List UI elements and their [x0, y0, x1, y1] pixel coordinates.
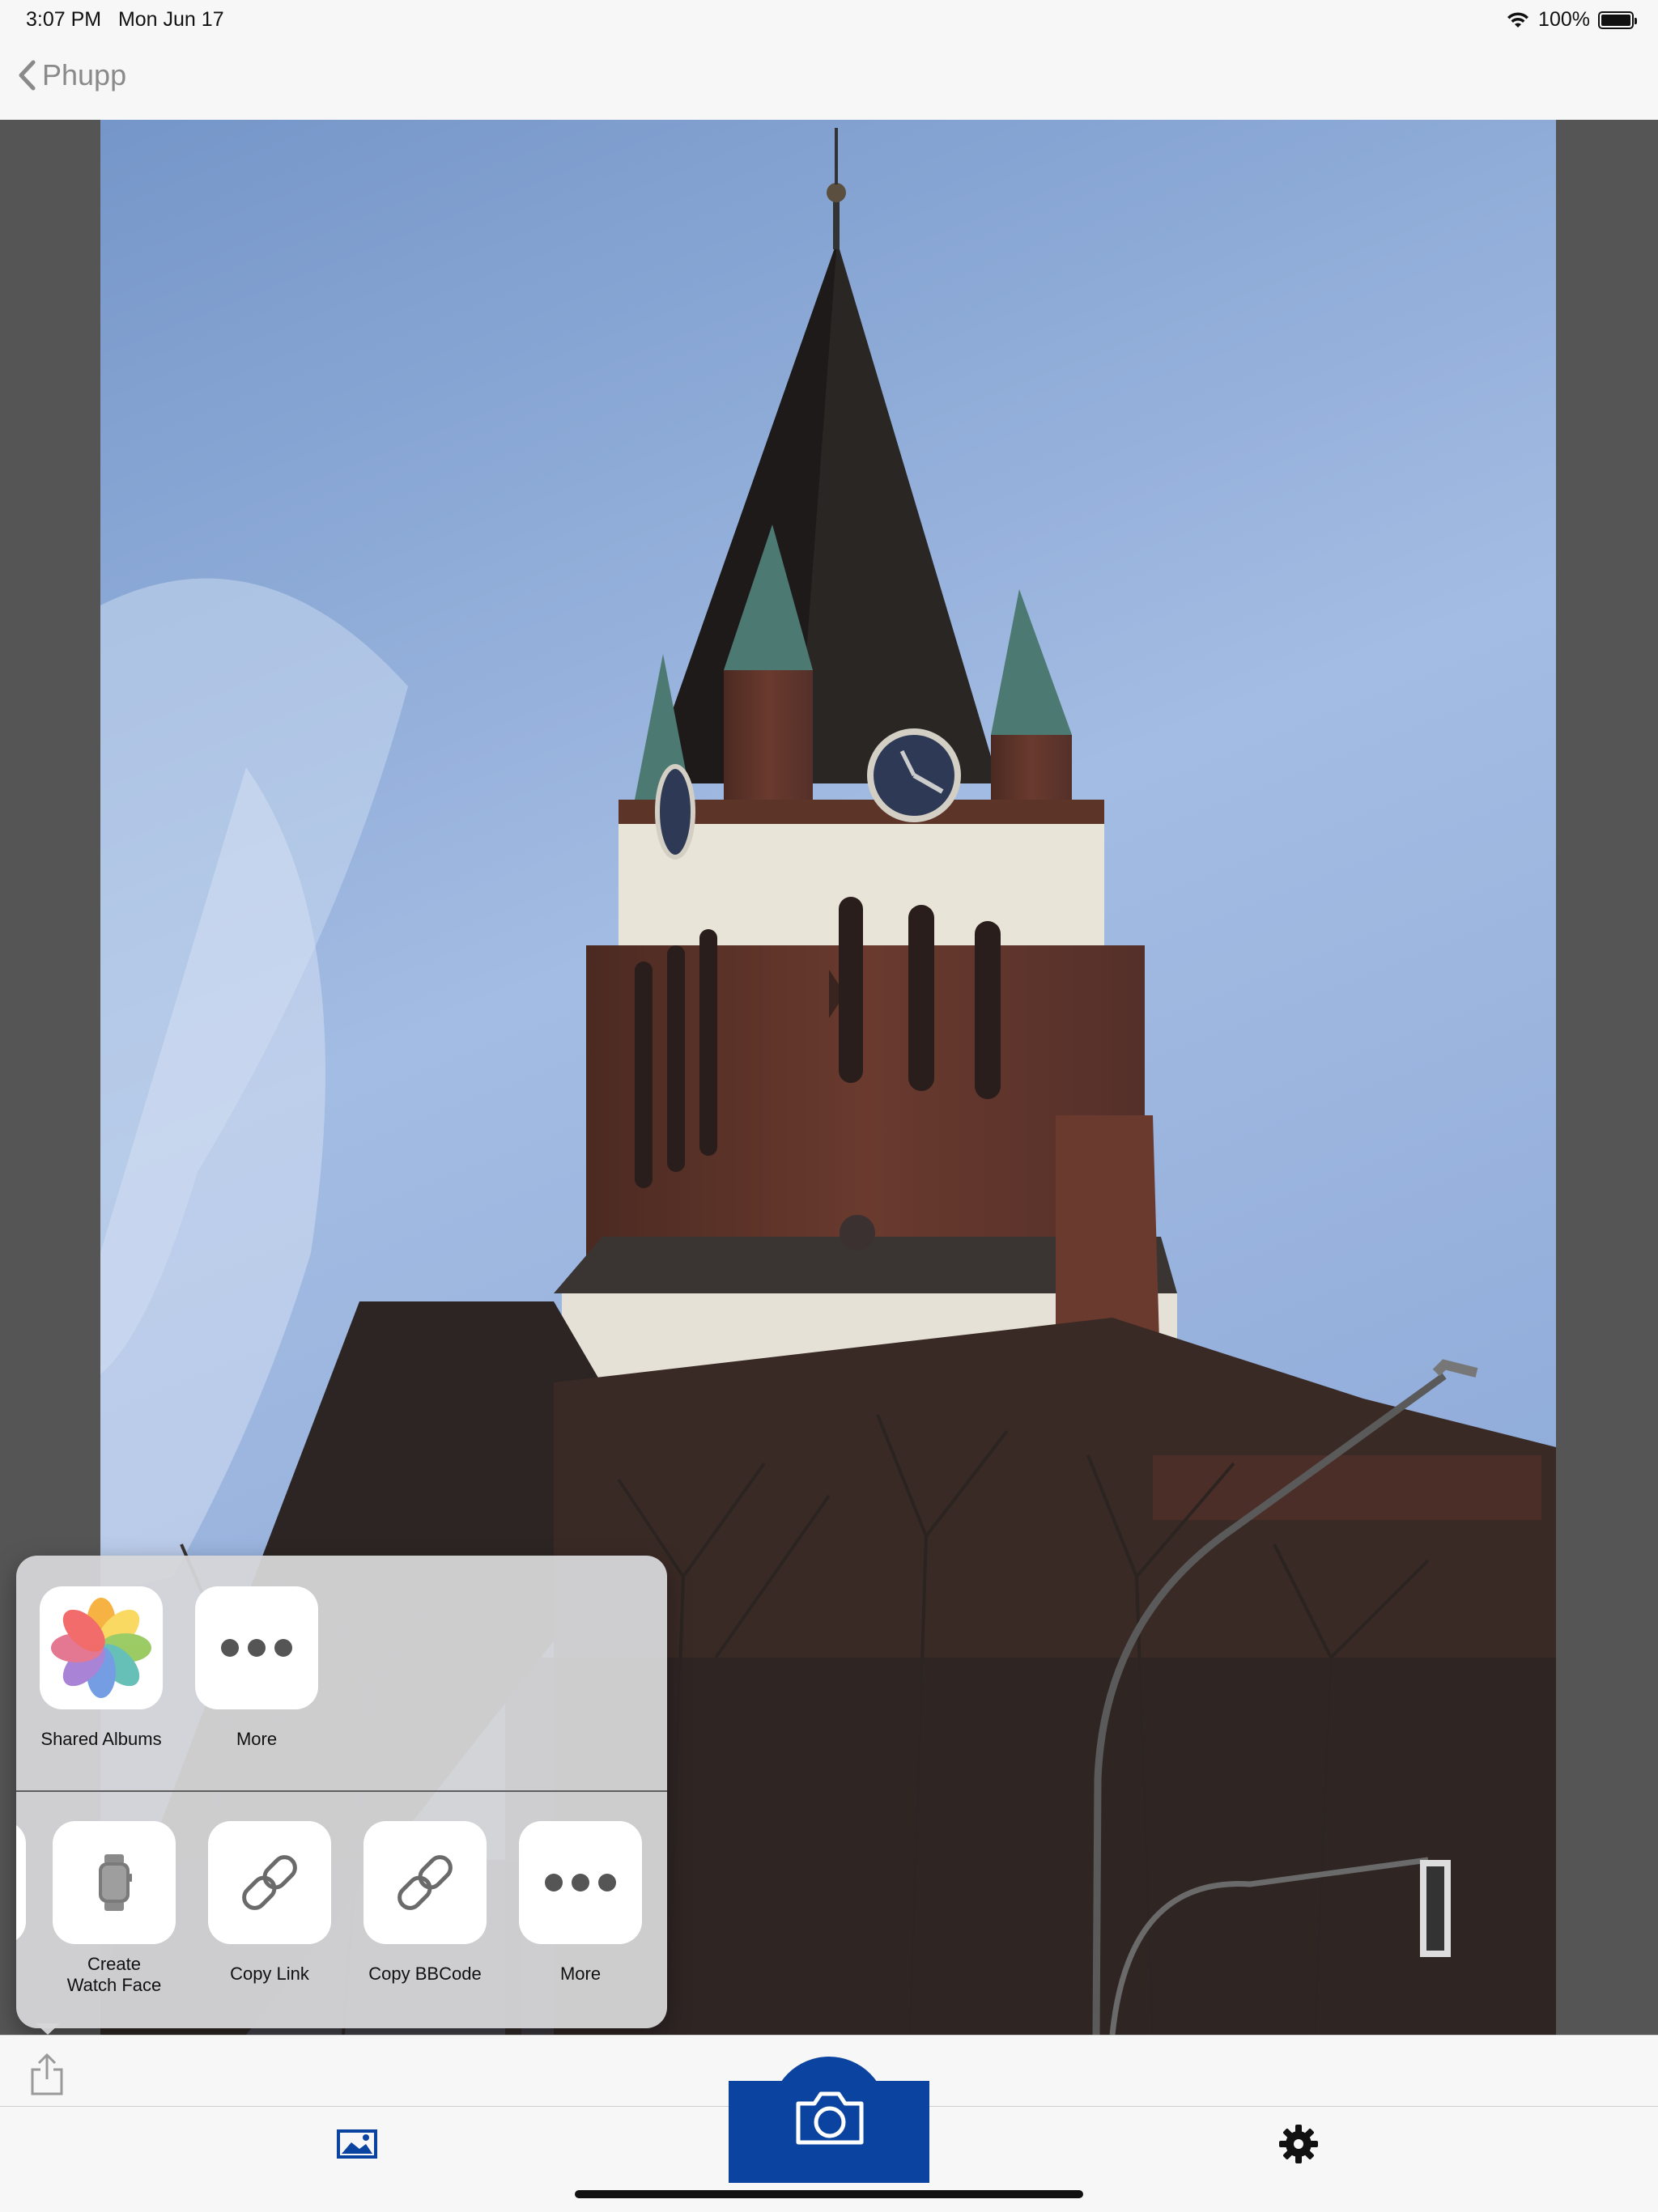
status-time: 3:07 PM — [26, 8, 102, 31]
share-tile-partial — [16, 1821, 26, 1944]
link-icon — [397, 1855, 453, 1910]
watch-icon — [99, 1854, 132, 1911]
share-tile-more-apps — [195, 1586, 318, 1709]
share-icon — [31, 2053, 63, 2095]
status-indicators: 100% — [1506, 8, 1637, 32]
back-button[interactable]: Phupp — [18, 58, 126, 92]
more-icon — [221, 1639, 292, 1657]
status-date: Mon Jun 17 — [117, 8, 224, 31]
share-item-shared-albums[interactable]: Shared Albums — [24, 1586, 178, 1750]
tab-photos[interactable] — [335, 2128, 380, 2164]
battery-percent: 100% — [1538, 8, 1590, 31]
share-tile-shared-albums — [40, 1586, 163, 1709]
camera-button[interactable] — [729, 2057, 929, 2183]
link-icon — [242, 1855, 297, 1910]
share-row-actions: Create Watch Face Copy Link Copy BBCode … — [16, 1792, 667, 2028]
home-indicator — [575, 2190, 1083, 2198]
back-button-label: Phupp — [42, 58, 127, 91]
share-row-apps: Shared Albums More — [16, 1556, 667, 1790]
camera-icon — [796, 2091, 864, 2145]
share-tile-copy-bbcode — [363, 1821, 487, 1944]
share-label-shared-albums: Shared Albums — [40, 1729, 162, 1749]
share-tile-create-watch-face — [53, 1821, 176, 1944]
share-item-more-apps[interactable]: More — [180, 1586, 334, 1750]
share-item-copy-link[interactable]: Copy Link — [193, 1821, 346, 1985]
gear-icon — [1279, 2125, 1318, 2163]
share-tile-more-actions — [519, 1821, 642, 1944]
tab-settings[interactable] — [1278, 2123, 1320, 2169]
share-label-copy-link: Copy Link — [230, 1964, 309, 1984]
status-bar: 3:07 PM Mon Jun 17 100% — [0, 0, 1658, 40]
photos-app-icon — [51, 1598, 151, 1698]
share-button[interactable] — [29, 2052, 65, 2101]
share-sheet: Shared Albums More Create Watch Face Cop… — [16, 1556, 667, 2028]
share-label-create-watch-face: Create Watch Face — [66, 1954, 162, 1995]
share-label-copy-bbcode: Copy BBCode — [368, 1964, 482, 1984]
share-label-more-actions: More — [559, 1964, 602, 1984]
photos-tab-icon — [337, 2129, 377, 2159]
share-item-more-actions[interactable]: More — [504, 1821, 657, 1985]
navigation-bar: Phupp — [0, 40, 1658, 121]
more-icon — [545, 1874, 616, 1891]
wifi-icon — [1507, 11, 1529, 28]
battery-icon — [1598, 11, 1637, 29]
chevron-left-icon — [19, 60, 36, 91]
share-tile-copy-link — [208, 1821, 331, 1944]
share-item-create-watch-face[interactable]: Create Watch Face — [37, 1821, 191, 1996]
share-label-more-apps: More — [236, 1729, 278, 1749]
share-item-copy-bbcode[interactable]: Copy BBCode — [348, 1821, 502, 1985]
status-time-date: 3:07 PM Mon Jun 17 — [26, 8, 224, 32]
popover-arrow — [36, 2023, 60, 2035]
